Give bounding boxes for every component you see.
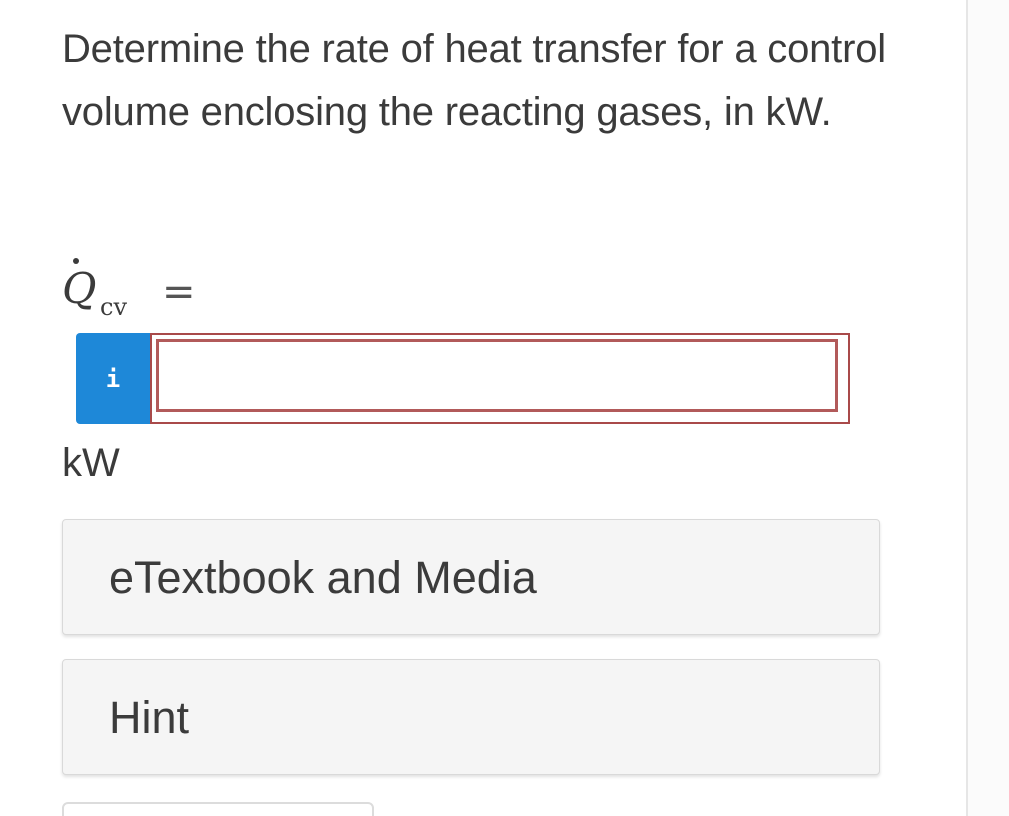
hint-button[interactable]: Hint [62,659,880,775]
next-action-button[interactable] [62,802,374,816]
info-icon: i [105,364,121,393]
right-side-panel [968,0,1009,816]
etextbook-media-button[interactable]: eTextbook and Media [62,519,880,635]
etextbook-media-label: eTextbook and Media [109,552,537,603]
answer-input[interactable] [156,339,838,412]
heat-rate-symbol: Q [62,264,97,313]
question-text: Determine the rate of heat transfer for … [62,27,886,134]
unit-label: kW [62,441,120,485]
equals-sign: = [162,269,196,315]
hint-label: Hint [109,692,190,743]
info-button[interactable]: i [76,333,150,424]
answer-input-wrapper [150,333,850,424]
heat-rate-subscript: cv [100,293,127,321]
